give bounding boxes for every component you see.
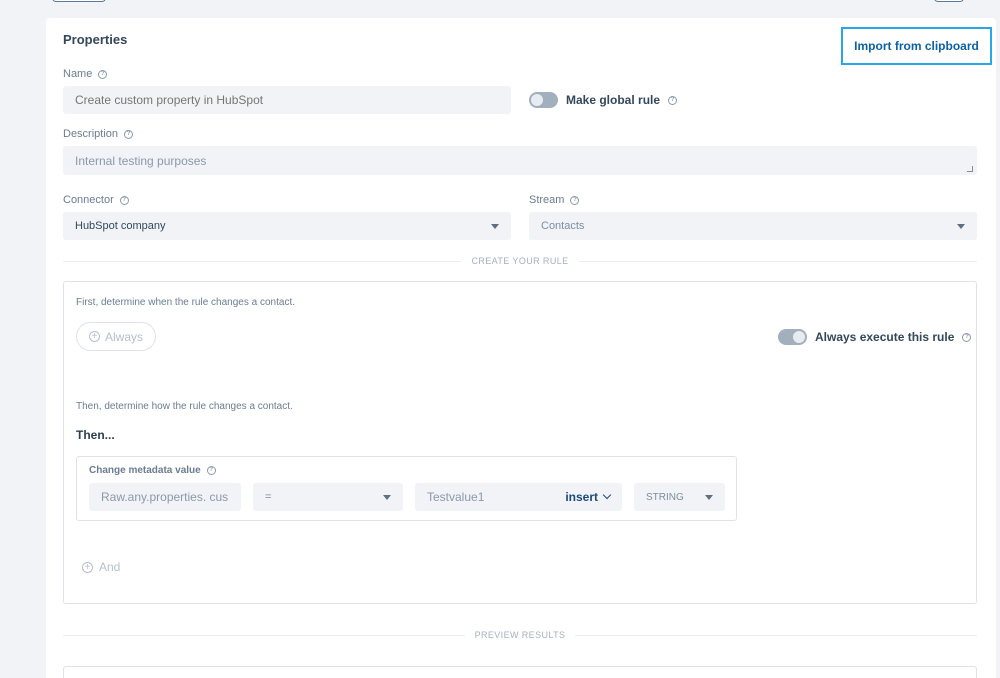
create-rule-heading-text: CREATE YOUR RULE [461, 256, 579, 266]
create-rule-heading: CREATE YOUR RULE [46, 256, 994, 266]
help-icon[interactable]: ? [119, 195, 129, 205]
help-icon[interactable]: ? [98, 69, 108, 79]
help-icon[interactable]: ? [206, 466, 216, 475]
connector-label: Connector ? [63, 194, 129, 206]
caret-down-icon [491, 224, 499, 229]
type-select[interactable]: STRING [634, 483, 725, 511]
name-label: Name ? [63, 68, 108, 80]
help-icon[interactable]: ? [668, 95, 678, 105]
rule-builder: First, determine when the rule changes a… [63, 281, 977, 604]
description-label: Description ? [63, 128, 134, 140]
insert-dropdown[interactable]: insert [565, 483, 612, 511]
stream-select[interactable]: Contacts [529, 212, 977, 240]
description-value: Internal testing purposes [75, 153, 207, 168]
caret-down-icon [957, 224, 965, 229]
description-label-text: Description [63, 128, 119, 140]
preview-results-panel [63, 666, 977, 678]
then-label: Then... [76, 428, 115, 442]
always-condition-button[interactable]: + Always [76, 322, 156, 351]
value-input-text: Testvalue1 [427, 490, 485, 504]
stream-label: Stream ? [529, 194, 580, 206]
caret-down-icon [383, 495, 391, 500]
help-icon[interactable]: ? [570, 195, 580, 205]
change-metadata-action: Change metadata value ? Raw.any.properti… [76, 456, 737, 521]
action-title-text: Change metadata value [89, 465, 201, 476]
global-rule-label: Make global rule [566, 93, 661, 107]
and-label: And [99, 560, 121, 574]
caret-down-icon [705, 495, 713, 500]
global-rule-toggle-group: Make global rule ? [529, 92, 678, 108]
connector-label-text: Connector [63, 194, 114, 206]
always-execute-group: Always execute this rule ? [778, 329, 972, 345]
always-label: Always [104, 329, 143, 344]
stream-label-text: Stream [529, 194, 565, 206]
name-label-text: Name [63, 68, 93, 80]
import-from-clipboard-button[interactable]: Import from clipboard [841, 27, 992, 65]
always-execute-label: Always execute this rule [815, 330, 955, 344]
help-icon[interactable]: ? [124, 129, 134, 139]
name-input[interactable] [63, 86, 511, 114]
stream-value: Contacts [541, 220, 585, 232]
metadata-field-input[interactable]: Raw.any.properties. cus [89, 483, 241, 511]
page-title: Properties [63, 32, 128, 47]
operator-value: = [265, 491, 272, 503]
top-left-button[interactable] [52, 0, 106, 2]
how-hint: Then, determine how the rule changes a c… [76, 401, 293, 412]
description-textarea[interactable]: Internal testing purposes [63, 146, 977, 175]
connector-select[interactable]: HubSpot company [63, 212, 511, 240]
plus-circle-icon: + [82, 561, 93, 573]
metadata-field-value: Raw.any.properties. cus [101, 490, 229, 504]
operator-select[interactable]: = [253, 483, 403, 511]
properties-card: Properties Import from clipboard Name ? … [46, 18, 996, 678]
action-title: Change metadata value ? [89, 465, 216, 476]
top-right-button[interactable] [934, 0, 964, 2]
type-value: STRING [646, 491, 684, 503]
when-hint: First, determine when the rule changes a… [76, 297, 296, 308]
plus-circle-icon: + [88, 331, 100, 342]
resize-handle-icon[interactable] [967, 166, 973, 172]
global-rule-toggle[interactable] [529, 92, 558, 108]
help-icon[interactable]: ? [962, 332, 972, 342]
value-input[interactable]: Testvalue1 insert [415, 483, 622, 511]
insert-label: insert [565, 490, 598, 504]
chevron-down-icon [602, 490, 612, 500]
always-execute-toggle[interactable] [778, 329, 807, 345]
add-and-button[interactable]: + And [82, 560, 120, 574]
preview-results-heading: PREVIEW RESULTS [46, 630, 994, 640]
preview-results-heading-text: PREVIEW RESULTS [464, 630, 576, 640]
connector-value: HubSpot company [75, 220, 166, 232]
